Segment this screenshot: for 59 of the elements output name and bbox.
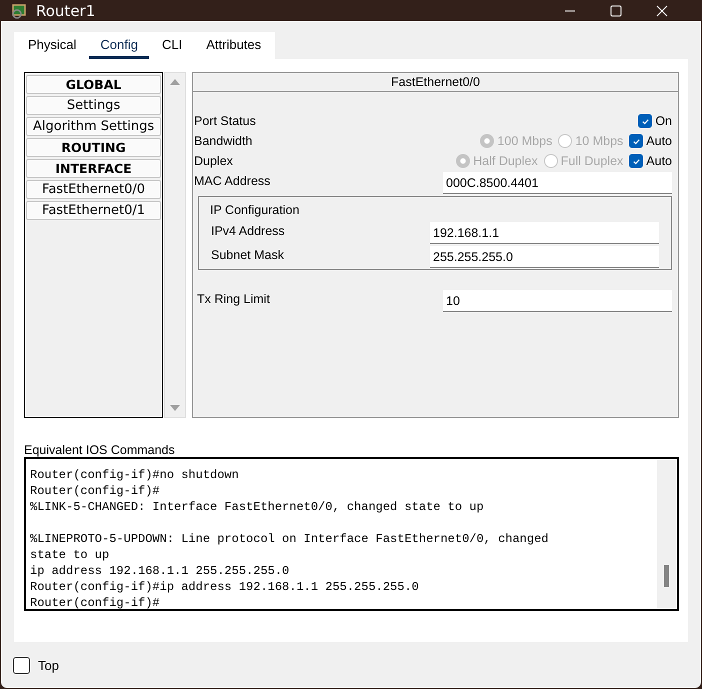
checkbox-label: Top [38,658,59,672]
maximize-icon[interactable] [610,4,622,16]
tab[interactable]: Attributes [195,32,272,59]
check-icon [632,156,641,166]
checkbox[interactable] [629,134,644,148]
group-title: IP Configuration [210,203,300,217]
field-label: MAC Address [193,174,270,188]
option-label: Half Duplex [473,154,538,168]
console-line: %LINEPROTO-5-UPDOWN: Line protocol on Interface FastEthernet0/0, changed [30,531,550,547]
tab[interactable]: CLI [151,32,194,59]
input-field[interactable]: 000C.8500.4401 [443,172,672,194]
field-label: Port Status [193,114,256,128]
section-header[interactable]: INTERFACE [26,159,162,178]
window-title: Router1 [36,2,96,20]
scroll-thumb[interactable] [664,565,669,587]
console-line: Router(config-if)#ip address 192.168.1.1 255.255.255.0 [30,579,420,595]
option-label: Full Duplex [560,154,624,168]
checkbox[interactable] [13,656,30,674]
field-label: Tx Ring Limit [196,292,270,306]
option-label: On [655,114,672,128]
tab[interactable]: Physical [17,32,88,59]
checkbox[interactable] [629,154,644,168]
option-label: Auto [646,134,672,148]
radio-button[interactable] [480,134,494,148]
check-icon [640,116,650,126]
section-title: Equivalent IOS Commands [24,443,176,457]
option-label: Auto [646,154,672,168]
scrollbar[interactable] [657,459,677,609]
sidebar-item[interactable]: Settings [26,96,162,115]
input-field[interactable]: 10 [443,290,672,312]
input-field[interactable]: 192.168.1.1 [430,222,659,244]
radio-button[interactable] [558,134,572,148]
console-line: %LINK-5-CHANGED: Interface FastEthernet0/0, changed state to up [30,499,485,515]
sidebar-item[interactable]: FastEthernet0/1 [26,201,162,220]
console-line: state to up [30,547,110,563]
field-label: Subnet Mask [210,248,284,262]
sidebar-item[interactable]: Algorithm Settings [26,117,162,136]
console-line: ip address 192.168.1.1 255.255.255.0 [30,563,290,579]
field-label: Duplex [193,154,233,168]
scrollbar[interactable] [164,72,186,418]
scroll-down-icon[interactable] [170,405,180,411]
sidebar-item[interactable]: FastEthernet0/0 [26,180,162,199]
radio-button[interactable] [456,154,470,168]
field-label: IPv4 Address [210,224,285,238]
section-header[interactable]: ROUTING [26,138,162,157]
close-icon[interactable] [656,4,668,16]
field-label: Bandwidth [193,134,252,148]
radio-button[interactable] [544,154,558,168]
console-line: Router(config-if)# [30,483,161,499]
console-line: Router(config-if)# [30,595,161,611]
console-line: Router(config-if)#no shutdown [30,467,240,483]
scroll-up-icon[interactable] [170,79,180,85]
checkbox[interactable] [638,114,652,128]
check-icon [632,136,641,146]
input-field[interactable]: 255.255.255.0 [430,246,659,268]
option-label: 10 Mbps [575,134,624,148]
option-label: 100 Mbps [497,134,552,148]
section-header[interactable]: GLOBAL [26,75,162,94]
panel-title: FastEthernet0/0 [193,73,678,92]
